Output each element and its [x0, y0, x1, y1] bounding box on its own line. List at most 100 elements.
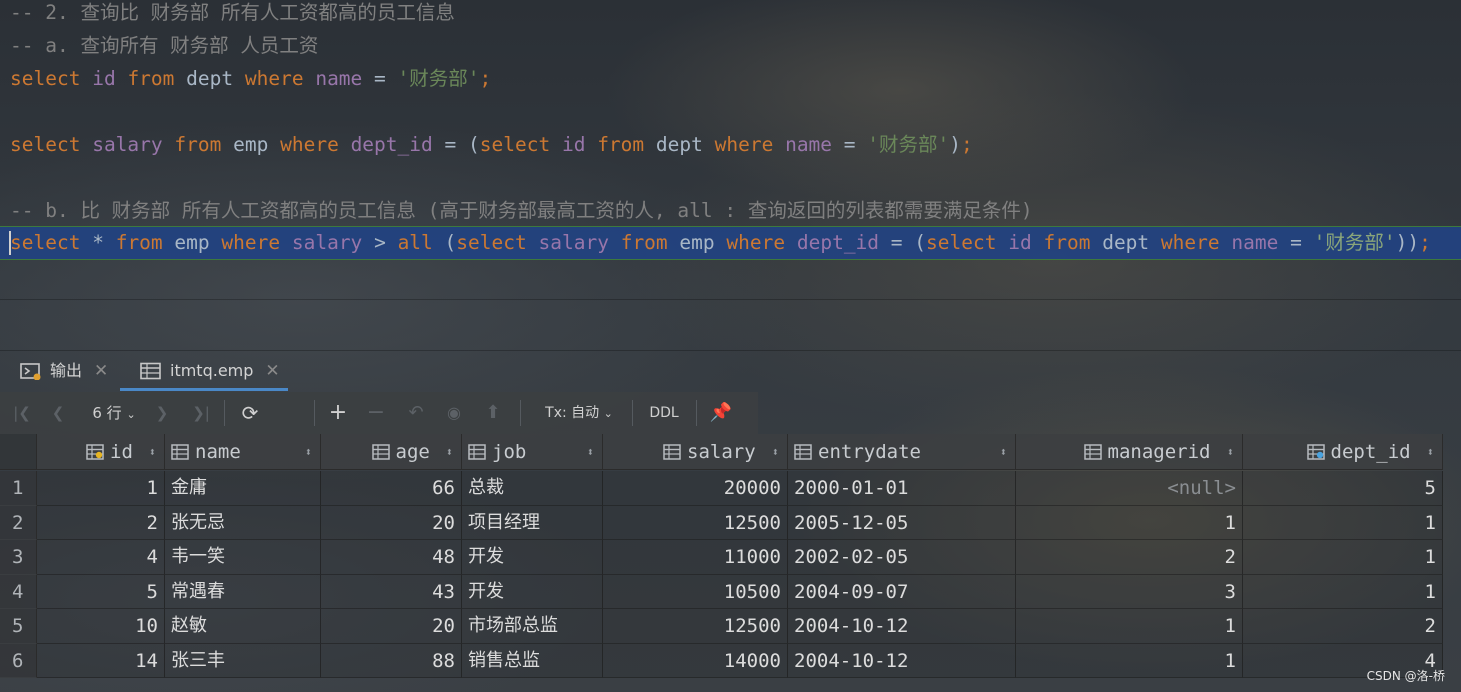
- cell-id[interactable]: 4: [37, 540, 165, 575]
- cell-managerid[interactable]: 1: [1016, 643, 1243, 678]
- cell-id[interactable]: 5: [37, 574, 165, 609]
- row-number[interactable]: 5: [0, 609, 37, 644]
- delete-row-icon[interactable]: −: [364, 392, 388, 434]
- sort-icon[interactable]: ⬍: [305, 434, 312, 470]
- column-header-label: id: [110, 441, 133, 463]
- cell-name[interactable]: 张无忌: [165, 505, 321, 540]
- close-icon[interactable]: ✕: [265, 351, 279, 391]
- sql-operator: =: [1290, 231, 1302, 254]
- last-page-icon[interactable]: ❯|: [186, 392, 216, 434]
- refresh-icon[interactable]: ⟳: [236, 392, 264, 434]
- sort-icon[interactable]: ⬍: [1000, 434, 1007, 470]
- first-page-icon[interactable]: |❮: [10, 392, 34, 434]
- row-number[interactable]: 2: [0, 505, 37, 540]
- results-grid[interactable]: id ⬍ name ⬍ age ⬍ job ⬍ salary ⬍ entrydate ⬍ manager…: [0, 434, 1461, 692]
- sql-keyword: select: [10, 231, 81, 254]
- cell-entrydate[interactable]: 2004-09-07: [788, 574, 1016, 609]
- submit-icon[interactable]: ⬆: [481, 392, 505, 434]
- sort-icon[interactable]: ⬍: [446, 434, 453, 470]
- cell-managerid[interactable]: 1: [1016, 505, 1243, 540]
- close-icon[interactable]: ✕: [94, 351, 108, 391]
- view-icon[interactable]: ◉: [442, 392, 466, 434]
- cell-name[interactable]: 张三丰: [165, 643, 321, 678]
- cell-job[interactable]: 市场部总监: [462, 609, 603, 644]
- cell-entrydate[interactable]: 2005-12-05: [788, 505, 1016, 540]
- sort-icon[interactable]: ⬍: [1427, 434, 1434, 470]
- cell-dept_id[interactable]: 5: [1243, 471, 1443, 506]
- sort-icon[interactable]: ⬍: [772, 434, 779, 470]
- column-header-entrydate[interactable]: entrydate ⬍: [788, 434, 1016, 470]
- cell-name[interactable]: 常遇春: [165, 574, 321, 609]
- cell-managerid[interactable]: 2: [1016, 540, 1243, 575]
- sort-icon[interactable]: ⬍: [149, 434, 156, 470]
- cell-job[interactable]: 开发: [462, 574, 603, 609]
- cell-age[interactable]: 88: [321, 643, 462, 678]
- pin-icon[interactable]: 📌: [708, 392, 734, 434]
- revert-icon[interactable]: ↶: [404, 392, 428, 434]
- cell-age[interactable]: 43: [321, 574, 462, 609]
- sort-icon[interactable]: ⬍: [587, 434, 594, 470]
- tab-output[interactable]: 输出 ✕: [20, 351, 108, 391]
- cell-salary[interactable]: 14000: [603, 643, 788, 678]
- cell-managerid[interactable]: 3: [1016, 574, 1243, 609]
- column-header-label: entrydate: [818, 441, 921, 463]
- sql-statement-line-selected[interactable]: select * from emp where salary > all (se…: [10, 228, 1431, 258]
- add-row-icon[interactable]: +: [326, 392, 350, 434]
- row-number[interactable]: 3: [0, 540, 37, 575]
- cell-salary[interactable]: 10500: [603, 574, 788, 609]
- cell-job[interactable]: 总裁: [462, 471, 603, 506]
- cell-dept_id[interactable]: 2: [1243, 609, 1443, 644]
- transaction-mode-dropdown[interactable]: Tx: 自动 ⌄: [536, 392, 622, 434]
- cell-name[interactable]: 金庸: [165, 471, 321, 506]
- cell-managerid[interactable]: 1: [1016, 609, 1243, 644]
- cell-entrydate[interactable]: 2004-10-12: [788, 609, 1016, 644]
- cell-dept_id[interactable]: 1: [1243, 540, 1443, 575]
- next-page-icon[interactable]: ❯: [150, 392, 174, 434]
- cell-entrydate[interactable]: 2002-02-05: [788, 540, 1016, 575]
- sql-column: salary: [92, 133, 163, 156]
- cell-age[interactable]: 48: [321, 540, 462, 575]
- cell-id[interactable]: 2: [37, 505, 165, 540]
- cell-salary[interactable]: 12500: [603, 505, 788, 540]
- cell-entrydate[interactable]: 2000-01-01: [788, 471, 1016, 506]
- cell-salary[interactable]: 11000: [603, 540, 788, 575]
- cell-entrydate[interactable]: 2004-10-12: [788, 643, 1016, 678]
- cell-salary[interactable]: 12500: [603, 609, 788, 644]
- column-header-managerid[interactable]: managerid ⬍: [1016, 434, 1243, 470]
- column-header-job[interactable]: job ⬍: [462, 434, 603, 470]
- sql-statement-line[interactable]: select salary from emp where dept_id = (…: [10, 130, 973, 160]
- cell-dept_id[interactable]: 1: [1243, 574, 1443, 609]
- sql-table: emp: [233, 133, 269, 156]
- cell-managerid[interactable]: <null>: [1016, 471, 1243, 506]
- column-header-name[interactable]: name ⬍: [165, 434, 321, 470]
- toolbar-divider: [696, 400, 697, 426]
- cell-job[interactable]: 销售总监: [462, 643, 603, 678]
- sql-editor[interactable]: -- 2. 查询比 财务部 所有人工资都高的员工信息 -- a. 查询所有 财务…: [0, 0, 1461, 300]
- ddl-button[interactable]: DDL: [644, 392, 684, 434]
- cell-id[interactable]: 1: [37, 471, 165, 506]
- cell-id[interactable]: 10: [37, 609, 165, 644]
- cell-name[interactable]: 韦一笑: [165, 540, 321, 575]
- column-header-id[interactable]: id ⬍: [37, 434, 165, 470]
- cell-job[interactable]: 项目经理: [462, 505, 603, 540]
- cell-age[interactable]: 20: [321, 609, 462, 644]
- row-count-dropdown[interactable]: 6 行 ⌄: [86, 392, 142, 434]
- sort-icon[interactable]: ⬍: [1227, 434, 1234, 470]
- row-number[interactable]: 6: [0, 643, 37, 678]
- sql-string: '财务部': [867, 133, 950, 156]
- cell-age[interactable]: 20: [321, 505, 462, 540]
- column-header-dept_id[interactable]: dept_id ⬍: [1243, 434, 1443, 470]
- previous-page-icon[interactable]: ❮: [46, 392, 70, 434]
- cell-age[interactable]: 66: [321, 471, 462, 506]
- column-header-age[interactable]: age ⬍: [321, 434, 462, 470]
- cell-name[interactable]: 赵敏: [165, 609, 321, 644]
- cell-id[interactable]: 14: [37, 643, 165, 678]
- tab-table-emp[interactable]: itmtq.emp ✕: [120, 351, 300, 391]
- column-header-salary[interactable]: salary ⬍: [603, 434, 788, 470]
- row-number[interactable]: 4: [0, 574, 37, 609]
- sql-statement-line[interactable]: select id from dept where name = '财务部';: [10, 64, 491, 94]
- cell-salary[interactable]: 20000: [603, 471, 788, 506]
- row-number[interactable]: 1: [0, 471, 37, 506]
- cell-dept_id[interactable]: 1: [1243, 505, 1443, 540]
- cell-job[interactable]: 开发: [462, 540, 603, 575]
